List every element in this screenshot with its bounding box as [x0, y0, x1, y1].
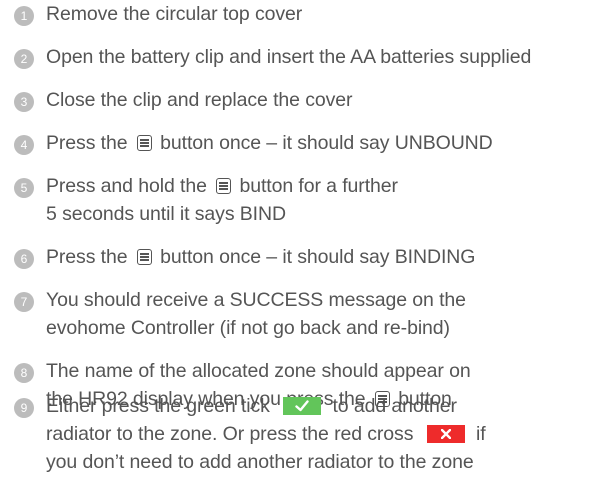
step-text: You should receive a SUCCESS message on …	[46, 286, 466, 342]
step-text-pre: Either press the green tick	[46, 395, 270, 417]
step-number: 8	[14, 363, 34, 383]
step-number: 1	[14, 6, 34, 26]
step-text-line-1: You should receive a SUCCESS message on …	[46, 289, 466, 311]
step-text-line-1: Either press the green tick to add anoth…	[46, 392, 486, 420]
step-text: Either press the green tick to add anoth…	[46, 392, 486, 476]
step-text-line-3: you don’t need to add another radiator t…	[46, 451, 474, 473]
step-7: 7 You should receive a SUCCESS message o…	[14, 286, 590, 342]
step-2: 2 Open the battery clip and insert the A…	[14, 43, 590, 71]
step-text-post: button once – it should say UNBOUND	[160, 132, 493, 154]
step-text-pre: Press and hold the	[46, 175, 207, 197]
red-cross-icon	[426, 425, 465, 443]
step-text-post: to add another	[332, 395, 457, 417]
step-text: Close the clip and replace the cover	[46, 86, 353, 114]
step-4: 4 Press the button once – it should say …	[14, 129, 590, 157]
step-number: 5	[14, 178, 34, 198]
step-text-post: button for a further	[239, 175, 398, 197]
step-number: 6	[14, 249, 34, 269]
green-tick-icon	[283, 397, 322, 415]
step-number: 7	[14, 292, 34, 312]
step-text-line-2: radiator to the zone. Or press the red c…	[46, 420, 486, 448]
step-text-pre: radiator to the zone. Or press the red c…	[46, 423, 414, 445]
step-text-line-1: The name of the allocated zone should ap…	[46, 360, 471, 382]
step-text: Press the button once – it should say BI…	[46, 243, 475, 271]
menu-button-icon	[136, 249, 152, 265]
menu-button-icon	[216, 178, 232, 194]
step-text: Press the button once – it should say UN…	[46, 129, 493, 157]
step-number: 4	[14, 135, 34, 155]
step-text-pre: Press the	[46, 246, 128, 268]
step-1: 1 Remove the circular top cover	[14, 0, 590, 28]
step-6: 6 Press the button once – it should say …	[14, 243, 590, 271]
step-text-line: Remove the circular top cover	[46, 3, 303, 25]
step-5: 5 Press and hold the button for a furthe…	[14, 172, 590, 228]
step-text: Open the battery clip and insert the AA …	[46, 43, 531, 71]
step-text-line-2: evohome Controller (if not go back and r…	[46, 317, 450, 339]
step-number: 2	[14, 49, 34, 69]
step-text-line-2: 5 seconds until it says BIND	[46, 203, 286, 225]
step-3: 3 Close the clip and replace the cover	[14, 86, 590, 114]
step-text-post: if	[476, 423, 486, 445]
step-9: 9 Either press the green tick to add ano…	[14, 392, 590, 476]
step-text-line: Open the battery clip and insert the AA …	[46, 46, 532, 68]
step-number: 3	[14, 92, 34, 112]
step-text-post: button once – it should say BINDING	[160, 246, 476, 268]
step-text: Press and hold the button for a further …	[46, 172, 398, 228]
step-number: 9	[14, 398, 34, 418]
step-text-line: Close the clip and replace the cover	[46, 89, 353, 111]
step-text: Remove the circular top cover	[46, 0, 302, 28]
step-text-pre: Press the	[46, 132, 128, 154]
step-text-line-1: Press and hold the button for a further	[46, 172, 398, 200]
menu-button-icon	[136, 135, 152, 151]
